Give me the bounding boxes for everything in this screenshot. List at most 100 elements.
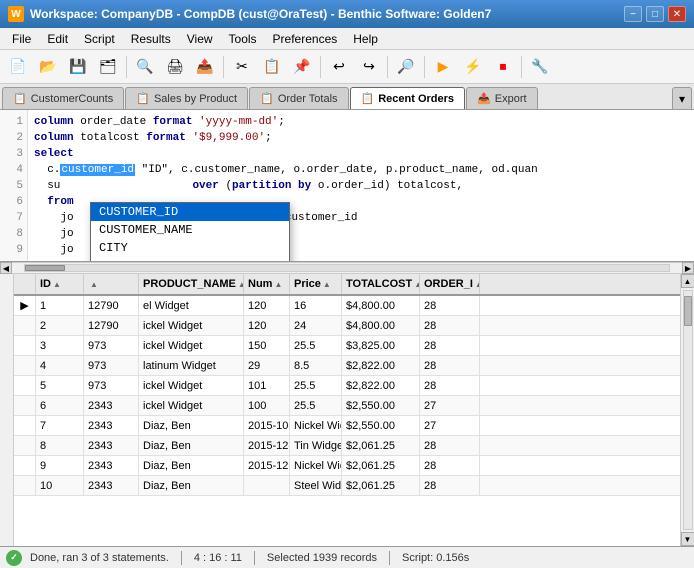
cell-num-6: 100 — [244, 396, 290, 415]
table-row[interactable]: ▶ 1 12790 el Widget 120 16 $4,800.00 28 — [14, 296, 680, 316]
menu-tools[interactable]: Tools — [221, 30, 265, 48]
find-button[interactable]: 🔎 — [392, 54, 420, 80]
hscroll-thumb[interactable] — [25, 265, 65, 271]
col-header-id[interactable]: ID ▲ — [36, 274, 84, 294]
autocomplete-item-customer-id[interactable]: CUSTOMER_ID — [91, 203, 289, 221]
title-bar: W Workspace: CompanyDB - CompDB (cust@Or… — [0, 0, 694, 28]
tab-ordertotals[interactable]: 📋 Order Totals — [249, 87, 348, 109]
status-sep-1 — [181, 551, 182, 565]
status-sep-3 — [389, 551, 390, 565]
search-button[interactable]: 🔍 — [131, 54, 159, 80]
cell-product-7: Nickel Widget — [290, 416, 342, 435]
line-num-3: 3 — [0, 146, 27, 162]
cell-id-9: 9 — [36, 456, 84, 475]
col-header-orderid[interactable]: ORDER_I ▲ — [420, 274, 480, 294]
table-row[interactable]: 4 973 latinum Widget 29 8.5 $2,822.00 28 — [14, 356, 680, 376]
print-button[interactable]: 🖨 — [161, 54, 189, 80]
hscroll-left-btn[interactable]: ◀ — [0, 262, 12, 274]
grid-header: ID ▲ ▲ PRODUCT_NAME ▲ Num ▲ Price ▲ TOTA… — [14, 274, 680, 296]
cell-c2-4: 973 — [84, 356, 139, 375]
hscroll-track[interactable] — [24, 264, 670, 272]
cell-product-5: ickel Widget — [139, 376, 244, 395]
close-button[interactable]: ✕ — [668, 6, 686, 22]
undo-button[interactable]: ↩ — [325, 54, 353, 80]
table-row[interactable]: 6 2343 ickel Widget 100 25.5 $2,550.00 2… — [14, 396, 680, 416]
cell-c2-8: 2343 — [84, 436, 139, 455]
save-button[interactable]: 💾 — [64, 54, 92, 80]
cell-date-9: 2015-12-07 — [244, 456, 290, 475]
cell-id-1: 1 — [36, 296, 84, 315]
menu-edit[interactable]: Edit — [39, 30, 76, 48]
line-num-5: 5 — [0, 178, 27, 194]
status-icon: ✓ — [6, 550, 22, 566]
table-row[interactable]: 7 2343 Diaz, Ben 2015-10-06 Nickel Widge… — [14, 416, 680, 436]
menu-help[interactable]: Help — [345, 30, 386, 48]
run-button[interactable]: ▶ — [429, 54, 457, 80]
table-row[interactable]: 3 973 ickel Widget 150 25.5 $3,825.00 28 — [14, 336, 680, 356]
col-header-num[interactable]: Num ▲ — [244, 274, 290, 294]
cell-id-10: 10 — [36, 476, 84, 495]
vscroll-thumb[interactable] — [684, 296, 692, 326]
cell-orderid-1: 28 — [420, 296, 480, 315]
line-num-1: 1 — [0, 114, 27, 130]
col-header-product[interactable]: PRODUCT_NAME ▲ — [139, 274, 244, 294]
tabs-chevron[interactable]: ▾ — [672, 87, 692, 109]
col-header-totalcost[interactable]: TOTALCOST ▲ — [342, 274, 420, 294]
tools-button[interactable]: 🔧 — [526, 54, 554, 80]
hscroll-right-btn[interactable]: ▶ — [682, 262, 694, 274]
copy-button[interactable]: 📋 — [258, 54, 286, 80]
menu-file[interactable]: File — [4, 30, 39, 48]
cell-total-3: $3,825.00 — [342, 336, 420, 355]
cell-c2-1: 12790 — [84, 296, 139, 315]
autocomplete-dropdown[interactable]: CUSTOMER_ID CUSTOMER_NAME CITY COUNTRY C… — [90, 202, 290, 262]
col-header-c2[interactable]: ▲ — [84, 274, 139, 294]
export-button[interactable]: 📤 — [191, 54, 219, 80]
menu-preferences[interactable]: Preferences — [265, 30, 346, 48]
stop-button[interactable]: ⏹ — [489, 54, 517, 80]
cut-button[interactable]: ✂ — [228, 54, 256, 80]
autocomplete-item-country[interactable]: COUNTRY — [91, 257, 289, 262]
table-row[interactable]: 8 2343 Diaz, Ben 2015-12-07 Tin Widget $… — [14, 436, 680, 456]
row-arrow-2 — [14, 316, 36, 335]
vscroll[interactable]: ▲ ▼ — [680, 274, 694, 546]
toolbar-separator-3 — [320, 56, 321, 78]
vscroll-track[interactable] — [683, 290, 693, 530]
new-button[interactable]: 📄 — [4, 54, 32, 80]
open-button[interactable]: 📂 — [34, 54, 62, 80]
maximize-button[interactable]: □ — [646, 6, 664, 22]
tab-recentorders[interactable]: 📋 Recent Orders — [350, 87, 466, 109]
vscroll-down-btn[interactable]: ▼ — [681, 532, 694, 546]
table-row[interactable]: 10 2343 Diaz, Ben Steel Widget $2,061.25… — [14, 476, 680, 496]
tab-export[interactable]: 📤 Export — [466, 87, 538, 109]
menu-script[interactable]: Script — [76, 30, 123, 48]
editor-area[interactable]: 1 2 3 4 5 6 7 8 9 column order_date form… — [0, 110, 694, 262]
tab-customercounts[interactable]: 📋 CustomerCounts — [2, 87, 124, 109]
minimize-button[interactable]: − — [624, 6, 642, 22]
cell-total-6: $2,550.00 — [342, 396, 420, 415]
cell-product-2: ickel Widget — [139, 316, 244, 335]
tab-salesbyproduct[interactable]: 📋 Sales by Product — [125, 87, 248, 109]
status-records: Selected 1939 records — [267, 552, 377, 564]
menu-view[interactable]: View — [179, 30, 221, 48]
cell-num-1: 120 — [244, 296, 290, 315]
row-arrow-9 — [14, 456, 36, 475]
redo-button[interactable]: ↪ — [355, 54, 383, 80]
menu-results[interactable]: Results — [123, 30, 179, 48]
table-row[interactable]: 9 2343 Diaz, Ben 2015-12-07 Nickel Widge… — [14, 456, 680, 476]
cell-num-3: 150 — [244, 336, 290, 355]
table-row[interactable]: 2 12790 ickel Widget 120 24 $4,800.00 28 — [14, 316, 680, 336]
toolbar-separator-5 — [424, 56, 425, 78]
vscroll-up-btn[interactable]: ▲ — [681, 274, 694, 288]
autocomplete-item-city[interactable]: CITY — [91, 239, 289, 257]
grid-content: ID ▲ ▲ PRODUCT_NAME ▲ Num ▲ Price ▲ TOTA… — [14, 274, 680, 546]
autocomplete-item-customer-name[interactable]: CUSTOMER_NAME — [91, 221, 289, 239]
table-row[interactable]: 5 973 ickel Widget 101 25.5 $2,822.00 28 — [14, 376, 680, 396]
menu-bar: File Edit Script Results View Tools Pref… — [0, 28, 694, 50]
paste-button[interactable]: 📌 — [288, 54, 316, 80]
cell-id-8: 8 — [36, 436, 84, 455]
col-header-price[interactable]: Price ▲ — [290, 274, 342, 294]
save-all-button[interactable]: 🗂 — [94, 54, 122, 80]
tab-salesbyproduct-icon: 📋 — [136, 92, 150, 105]
editor-hscroll[interactable]: ◀ ▶ — [0, 262, 694, 274]
run2-button[interactable]: ⚡ — [459, 54, 487, 80]
